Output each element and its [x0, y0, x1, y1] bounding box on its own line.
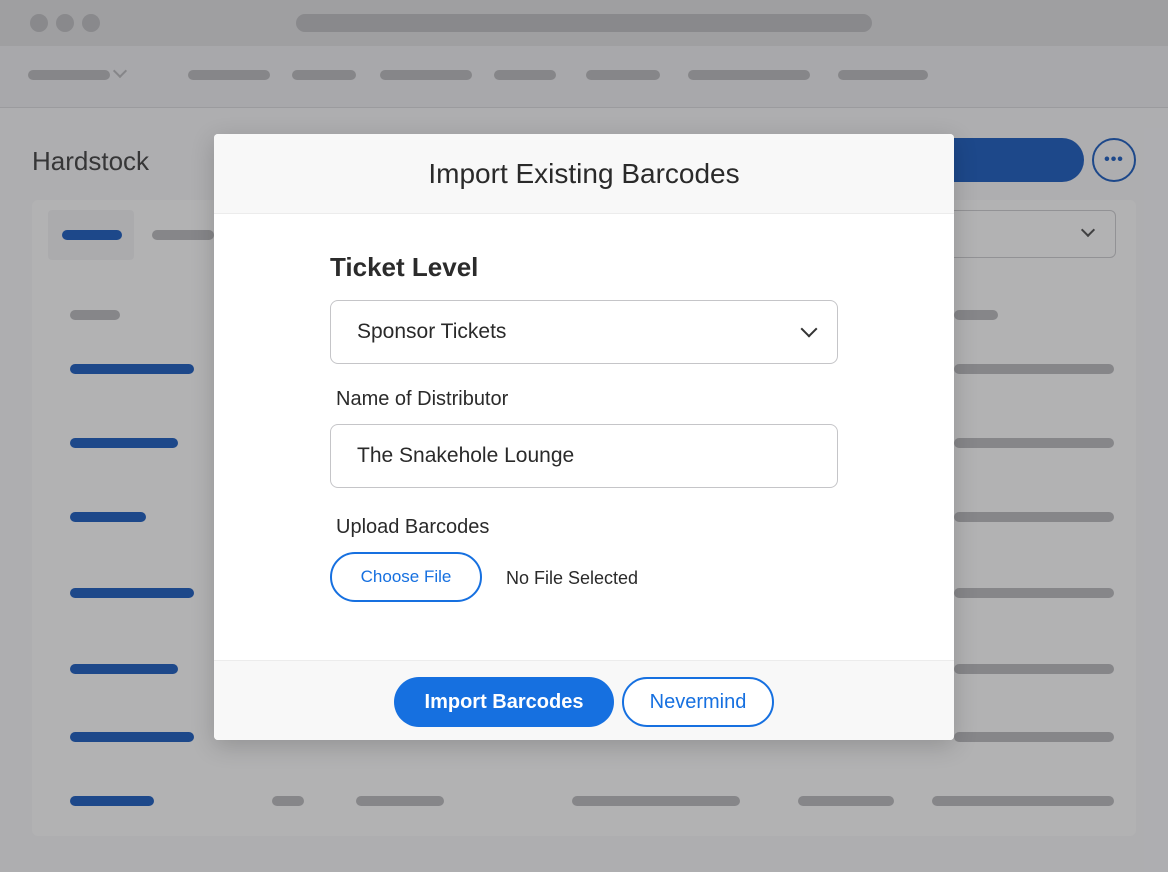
- dialog-title: Import Existing Barcodes: [428, 157, 740, 189]
- choose-file-button[interactable]: Choose File: [330, 552, 482, 602]
- dialog-footer: Import Barcodes Nevermind: [214, 660, 954, 740]
- ticket-level-label: Ticket Level: [330, 252, 479, 282]
- ticket-level-select[interactable]: Sponsor Tickets: [330, 300, 838, 364]
- upload-barcodes-label: Upload Barcodes: [336, 516, 490, 538]
- file-status-text: No File Selected: [506, 568, 639, 588]
- ticket-level-selected-value: Sponsor Tickets: [357, 320, 507, 343]
- distributor-label: Name of Distributor: [336, 388, 509, 410]
- chevron-down-icon: [800, 320, 818, 338]
- nevermind-button[interactable]: Nevermind: [622, 677, 774, 727]
- distributor-input[interactable]: [330, 424, 838, 488]
- dialog-header: Import Existing Barcodes: [214, 134, 954, 214]
- import-barcodes-dialog: Import Existing Barcodes Ticket Level Sp…: [214, 134, 954, 740]
- import-barcodes-button[interactable]: Import Barcodes: [394, 677, 614, 727]
